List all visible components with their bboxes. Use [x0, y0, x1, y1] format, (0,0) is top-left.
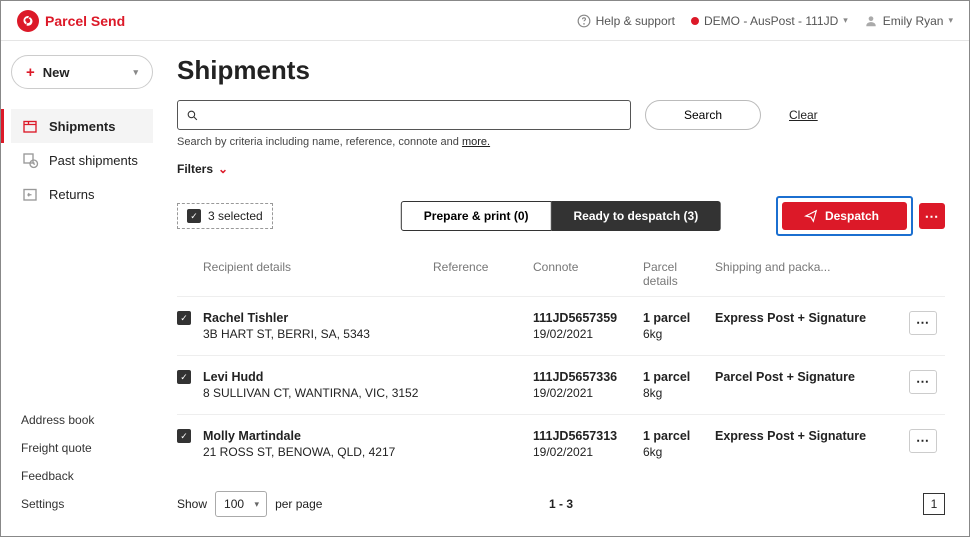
col-shipping: Shipping and packa... [715, 260, 909, 288]
history-box-icon [21, 151, 39, 169]
table-row: ✓ Molly Martindale 21 ROSS ST, BENOWA, QLD… [177, 414, 945, 473]
table-row: ✓ Levi Hudd 8 SULLIVAN CT, WANTIRNA, VIC, … [177, 355, 945, 414]
nav-shipments[interactable]: Shipments [11, 109, 153, 143]
col-reference: Reference [433, 260, 533, 288]
main-content: Shipments Search Clear Search by criteri… [163, 41, 969, 536]
table-header: Recipient details Reference Connote Parc… [177, 260, 945, 296]
row-checkbox[interactable]: ✓ [177, 311, 191, 325]
footer-address-book[interactable]: Address book [17, 406, 147, 434]
sidebar: + New ▾ Shipments Past shipments Returns [1, 41, 163, 536]
row-actions-button[interactable]: ⋯ [909, 311, 937, 335]
chevron-down-icon: ▾ [843, 15, 848, 26]
brand-logo: Parcel Send [17, 10, 125, 32]
current-page[interactable]: 1 [923, 493, 945, 515]
nav-returns[interactable]: Returns [11, 177, 153, 211]
connote-date: 19/02/2021 [533, 445, 593, 459]
more-actions-button[interactable]: ⋯ [919, 203, 945, 229]
checkbox-checked-icon[interactable]: ✓ [187, 209, 201, 223]
topbar: Parcel Send Help & support DEMO - AusPos… [1, 1, 969, 41]
parcel-weight: 6kg [643, 327, 662, 341]
brand-name: Parcel Send [45, 13, 125, 29]
send-icon [804, 209, 818, 223]
recipient-address: 3B HART ST, BERRI, SA, 5343 [203, 327, 370, 341]
user-icon [864, 14, 878, 28]
box-icon [21, 117, 39, 135]
row-actions-button[interactable]: ⋯ [909, 370, 937, 394]
status-dot-icon [691, 17, 699, 25]
tab-ready-despatch[interactable]: Ready to despatch (3) [552, 201, 722, 231]
status-tabs: Prepare & print (0) Ready to despatch (3… [401, 201, 721, 231]
per-page-select[interactable]: 100 [215, 491, 267, 517]
recipient-address: 21 ROSS ST, BENOWA, QLD, 4217 [203, 445, 395, 459]
col-connote: Connote [533, 260, 643, 288]
row-actions-button[interactable]: ⋯ [909, 429, 937, 453]
table-footer: Show 100 per page 1 - 3 1 [177, 491, 945, 517]
footer-feedback[interactable]: Feedback [17, 462, 147, 490]
despatch-action-group: Despatch [776, 196, 913, 236]
search-icon [186, 109, 199, 122]
connote-number: 111JD5657336 [533, 370, 643, 384]
parcel-weight: 6kg [643, 445, 662, 459]
parcel-count: 1 parcel [643, 429, 715, 443]
recipient-address: 8 SULLIVAN CT, WANTIRNA, VIC, 3152 [203, 386, 418, 400]
return-box-icon [21, 185, 39, 203]
selection-indicator[interactable]: ✓ 3 selected [177, 203, 273, 229]
help-icon [577, 14, 591, 28]
filters-toggle[interactable]: Filters ⌄ [177, 162, 945, 176]
recipient-name: Levi Hudd [203, 370, 433, 384]
result-range: 1 - 3 [549, 497, 573, 511]
search-more-link[interactable]: more. [462, 136, 490, 148]
search-button[interactable]: Search [645, 100, 761, 130]
user-menu[interactable]: Emily Ryan ▾ [864, 14, 953, 28]
new-button[interactable]: + New ▾ [11, 55, 153, 89]
nav-past-shipments[interactable]: Past shipments [11, 143, 153, 177]
recipient-name: Molly Martindale [203, 429, 433, 443]
col-parcel: Parcel details [643, 260, 715, 288]
shipping-service: Parcel Post + Signature [715, 370, 909, 384]
connote-number: 111JD5657359 [533, 311, 643, 325]
table-row: ✓ Rachel Tishler 3B HART ST, BERRI, SA, 53… [177, 296, 945, 355]
account-switcher[interactable]: DEMO - AusPost - 111JD ▾ [691, 14, 848, 28]
chevron-down-icon: ⌄ [218, 162, 228, 176]
page-title: Shipments [177, 55, 945, 86]
connote-date: 19/02/2021 [533, 327, 593, 341]
chevron-down-icon: ▾ [948, 15, 953, 26]
clear-link[interactable]: Clear [789, 108, 818, 122]
shipping-service: Express Post + Signature [715, 311, 909, 325]
connote-date: 19/02/2021 [533, 386, 593, 400]
recipient-name: Rachel Tishler [203, 311, 433, 325]
search-input[interactable] [177, 100, 631, 130]
parcel-count: 1 parcel [643, 311, 715, 325]
chevron-down-icon: ▾ [133, 67, 138, 78]
footer-settings[interactable]: Settings [17, 490, 147, 518]
parcel-count: 1 parcel [643, 370, 715, 384]
parcel-weight: 8kg [643, 386, 662, 400]
footer-freight-quote[interactable]: Freight quote [17, 434, 147, 462]
auspost-logo-icon [17, 10, 39, 32]
despatch-button[interactable]: Despatch [782, 202, 907, 230]
tab-prepare-print[interactable]: Prepare & print (0) [401, 201, 552, 231]
help-link[interactable]: Help & support [577, 14, 675, 28]
plus-icon: + [26, 64, 35, 81]
connote-number: 111JD5657313 [533, 429, 643, 443]
row-checkbox[interactable]: ✓ [177, 370, 191, 384]
col-recipient: Recipient details [203, 260, 433, 288]
shipping-service: Express Post + Signature [715, 429, 909, 443]
row-checkbox[interactable]: ✓ [177, 429, 191, 443]
search-hint: Search by criteria including name, refer… [177, 136, 945, 148]
